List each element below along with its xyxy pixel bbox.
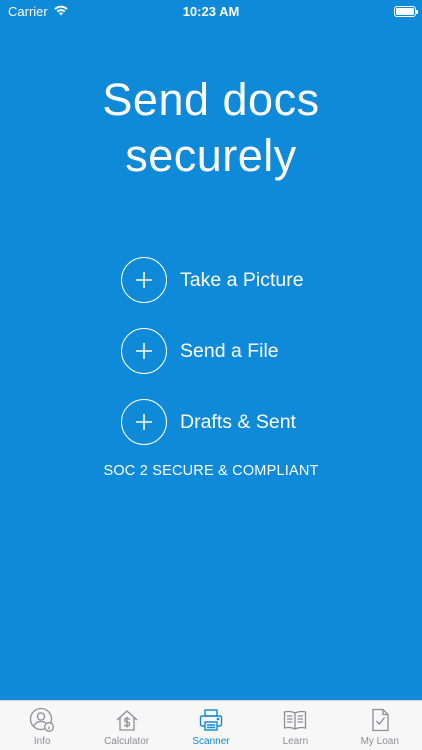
book-icon <box>284 710 307 730</box>
tab-my-loan-label: My Loan <box>360 736 399 747</box>
tab-calculator-label: Calculator <box>104 736 150 747</box>
tab-learn-label: Learn <box>282 736 309 747</box>
printer-icon <box>199 709 223 731</box>
drafts-sent-label: Drafts & Sent <box>180 410 296 433</box>
wifi-icon <box>53 4 69 19</box>
title-line-2: securely <box>125 130 297 181</box>
take-picture-label: Take a Picture <box>180 268 304 291</box>
tab-scanner[interactable]: Scanner <box>169 701 253 750</box>
action-list: Take a Picture Send a File Drafts & Sent <box>121 256 304 469</box>
tab-scanner-label: Scanner <box>192 736 230 747</box>
take-picture-button[interactable]: Take a Picture <box>121 256 304 304</box>
page-title: Send docs securely <box>0 72 422 184</box>
plus-circle-icon <box>121 328 167 374</box>
status-left: Carrier <box>8 4 69 19</box>
house-dollar-icon <box>116 710 138 731</box>
status-bar: Carrier 10:23 AM <box>0 0 422 22</box>
compliance-text: SOC 2 SECURE & COMPLIANT <box>103 463 319 479</box>
tab-bar: Info Calculator Scanner Learn My Loan <box>0 700 422 750</box>
user-info-icon <box>30 707 55 732</box>
tab-my-loan[interactable]: My Loan <box>338 701 422 750</box>
document-check-icon <box>372 708 389 732</box>
title-line-1: Send docs <box>102 74 320 125</box>
plus-circle-icon <box>121 257 167 303</box>
tab-info-label: Info <box>33 736 51 747</box>
send-file-label: Send a File <box>180 339 279 362</box>
battery-icon <box>394 5 418 17</box>
tab-info[interactable]: Info <box>0 701 84 750</box>
drafts-sent-button[interactable]: Drafts & Sent <box>121 398 304 446</box>
carrier-label: Carrier <box>8 3 48 19</box>
plus-circle-icon <box>121 399 167 445</box>
tab-learn[interactable]: Learn <box>253 701 337 750</box>
tab-calculator[interactable]: Calculator <box>85 701 169 750</box>
send-file-button[interactable]: Send a File <box>121 327 304 375</box>
